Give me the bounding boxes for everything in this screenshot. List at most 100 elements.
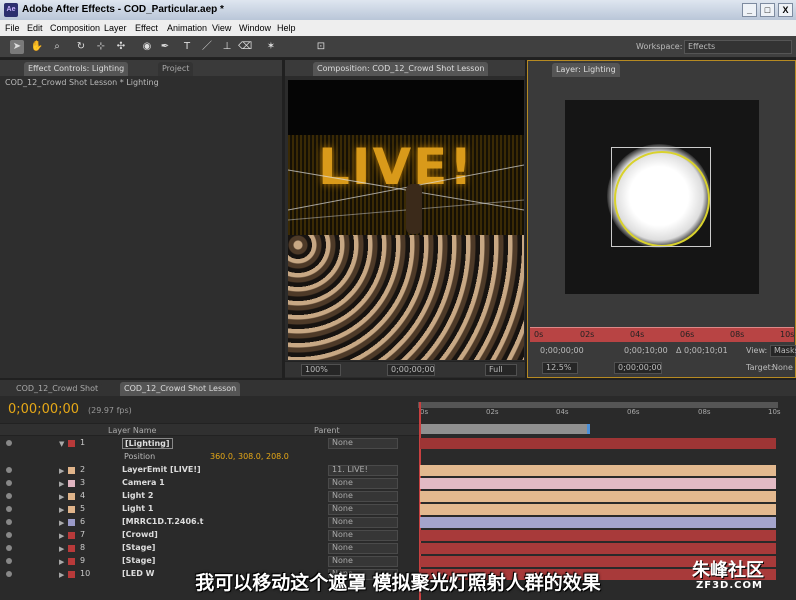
local-axis-icon[interactable]: ⊡ <box>314 40 328 54</box>
pen-tool-icon[interactable]: ✒ <box>158 40 172 54</box>
layer-name[interactable]: [Lighting] <box>122 438 173 449</box>
column-layer-name[interactable]: Layer Name <box>108 426 156 435</box>
column-parent[interactable]: Parent <box>314 426 340 435</box>
timeline-timecode[interactable]: 0;00;00;00 <box>8 402 79 417</box>
workspace-select[interactable]: Effects <box>684 40 792 54</box>
label-color-swatch[interactable] <box>68 480 75 487</box>
label-color-swatch[interactable] <box>68 506 75 513</box>
layer-row-2[interactable]: ▶ 2 LayerEmit [LIVE!] 11. LIVE! <box>0 464 796 477</box>
zoom-tool-icon[interactable]: ⌕ <box>50 40 64 54</box>
view-select[interactable]: Masks <box>770 345 796 357</box>
layer-duration-bar[interactable] <box>420 491 776 502</box>
tab-crowd-shot-lesson[interactable]: COD_12_Crowd Shot Lesson <box>120 382 241 396</box>
property-position-value[interactable]: 360.0, 308.0, 208.0 <box>210 452 289 461</box>
visibility-eye-icon[interactable] <box>6 532 12 538</box>
visibility-eye-icon[interactable] <box>6 480 12 486</box>
menu-layer[interactable]: Layer <box>104 23 127 33</box>
menu-edit[interactable]: Edit <box>27 23 43 33</box>
layer-row-5[interactable]: ▶ 5 Light 1 None <box>0 503 796 516</box>
hand-tool-icon[interactable]: ✋ <box>30 40 44 54</box>
tab-crowd-shot[interactable]: COD_12_Crowd Shot <box>12 382 103 396</box>
selection-tool-icon[interactable]: ➤ <box>10 40 24 54</box>
visibility-eye-icon[interactable] <box>6 467 12 473</box>
label-color-swatch[interactable] <box>68 545 75 552</box>
layer-name[interactable]: [Crowd] <box>122 530 158 539</box>
tab-effect-controls[interactable]: Effect Controls: Lighting <box>24 62 129 76</box>
label-color-swatch[interactable] <box>68 467 75 474</box>
timeline-work-area[interactable] <box>420 424 590 434</box>
visibility-eye-icon[interactable] <box>6 440 12 446</box>
clone-stamp-tool-icon[interactable]: ⊥ <box>220 40 234 54</box>
expand-triangle-icon[interactable]: ▶ <box>59 493 64 501</box>
visibility-eye-icon[interactable] <box>6 558 12 564</box>
comp-resolution-select[interactable]: Full <box>485 364 517 376</box>
brush-tool-icon[interactable]: ／ <box>200 40 214 54</box>
work-area-bar[interactable] <box>418 402 778 408</box>
layer-time-display[interactable]: 0;00;00;00 <box>614 362 662 374</box>
menu-effect[interactable]: Effect <box>135 23 158 33</box>
layer-name[interactable]: Light 1 <box>122 504 153 513</box>
menu-help[interactable]: Help <box>277 23 296 33</box>
minimize-button[interactable]: _ <box>742 3 757 17</box>
label-color-swatch[interactable] <box>68 519 75 526</box>
layer-time-ruler[interactable]: 0s 02s 04s 06s 08s 10s <box>530 327 794 342</box>
eraser-tool-icon[interactable]: ⌫ <box>238 40 252 54</box>
close-button[interactable]: X <box>778 3 793 17</box>
expand-triangle-icon[interactable]: ▼ <box>59 440 64 448</box>
target-select[interactable]: None <box>772 363 793 372</box>
pan-behind-tool-icon[interactable]: ✣ <box>114 40 128 54</box>
layer-zoom-select[interactable]: 12.5% <box>542 362 578 374</box>
tab-project[interactable]: Project <box>158 62 194 76</box>
tab-layer-lighting[interactable]: Layer: Lighting <box>552 63 620 77</box>
layer-duration-bar[interactable] <box>420 517 776 528</box>
layer-name[interactable]: [Stage] <box>122 543 155 552</box>
mask-tool-icon[interactable]: ◉ <box>140 40 154 54</box>
comp-zoom-select[interactable]: 100% <box>301 364 341 376</box>
visibility-eye-icon[interactable] <box>6 519 12 525</box>
layer-name[interactable]: [Stage] <box>122 556 155 565</box>
layer-row-8[interactable]: ▶ 8 [Stage] None <box>0 542 796 555</box>
expand-triangle-icon[interactable]: ▶ <box>59 506 64 514</box>
camera-tool-icon[interactable]: ⊹ <box>94 40 108 54</box>
menu-view[interactable]: View <box>212 23 231 33</box>
layer-name[interactable]: Camera 1 <box>122 478 165 487</box>
layer-row-1[interactable]: ▼ 1 [Lighting] None <box>0 437 796 450</box>
layer-row-4[interactable]: ▶ 4 Light 2 None <box>0 490 796 503</box>
layer-name[interactable]: LayerEmit [LIVE!] <box>122 465 201 474</box>
layer-duration-bar[interactable] <box>420 530 776 541</box>
layer-name[interactable]: Light 2 <box>122 491 153 500</box>
layer-row-7[interactable]: ▶ 7 [Crowd] None <box>0 529 796 542</box>
mask-bounding-box[interactable] <box>611 147 711 247</box>
maximize-button[interactable]: □ <box>760 3 775 17</box>
tab-composition[interactable]: Composition: COD_12_Crowd Shot Lesson <box>313 62 489 76</box>
visibility-eye-icon[interactable] <box>6 506 12 512</box>
expand-triangle-icon[interactable]: ▶ <box>59 480 64 488</box>
label-color-swatch[interactable] <box>68 440 75 447</box>
label-color-swatch[interactable] <box>68 493 75 500</box>
puppet-tool-icon[interactable]: ✶ <box>264 40 278 54</box>
visibility-eye-icon[interactable] <box>6 545 12 551</box>
layer-viewer[interactable] <box>565 100 759 294</box>
layer-duration-bar[interactable] <box>420 438 776 449</box>
label-color-swatch[interactable] <box>68 558 75 565</box>
expand-triangle-icon[interactable]: ▶ <box>59 558 64 566</box>
expand-triangle-icon[interactable]: ▶ <box>59 467 64 475</box>
menu-composition[interactable]: Composition <box>50 23 100 33</box>
menu-animation[interactable]: Animation <box>167 23 207 33</box>
menu-file[interactable]: File <box>5 23 20 33</box>
type-tool-icon[interactable]: T <box>180 40 194 54</box>
layer-row-3[interactable]: ▶ 3 Camera 1 None <box>0 477 796 490</box>
expand-triangle-icon[interactable]: ▶ <box>59 532 64 540</box>
expand-triangle-icon[interactable]: ▶ <box>59 545 64 553</box>
expand-triangle-icon[interactable]: ▶ <box>59 519 64 527</box>
layer-duration-bar[interactable] <box>420 465 776 476</box>
label-color-swatch[interactable] <box>68 532 75 539</box>
rotate-tool-icon[interactable]: ↻ <box>74 40 88 54</box>
layer-row-6[interactable]: ▶ 6 [MRRC1D.T.2406.t None <box>0 516 796 529</box>
position-property-row[interactable]: Position 360.0, 308.0, 208.0 <box>0 451 796 464</box>
layer-name[interactable]: [MRRC1D.T.2406.t <box>122 517 203 526</box>
menu-window[interactable]: Window <box>239 23 271 33</box>
layer-duration-bar[interactable] <box>420 504 776 515</box>
layer-duration-bar[interactable] <box>420 543 776 554</box>
comp-time-display[interactable]: 0;00;00;00 <box>387 364 435 376</box>
